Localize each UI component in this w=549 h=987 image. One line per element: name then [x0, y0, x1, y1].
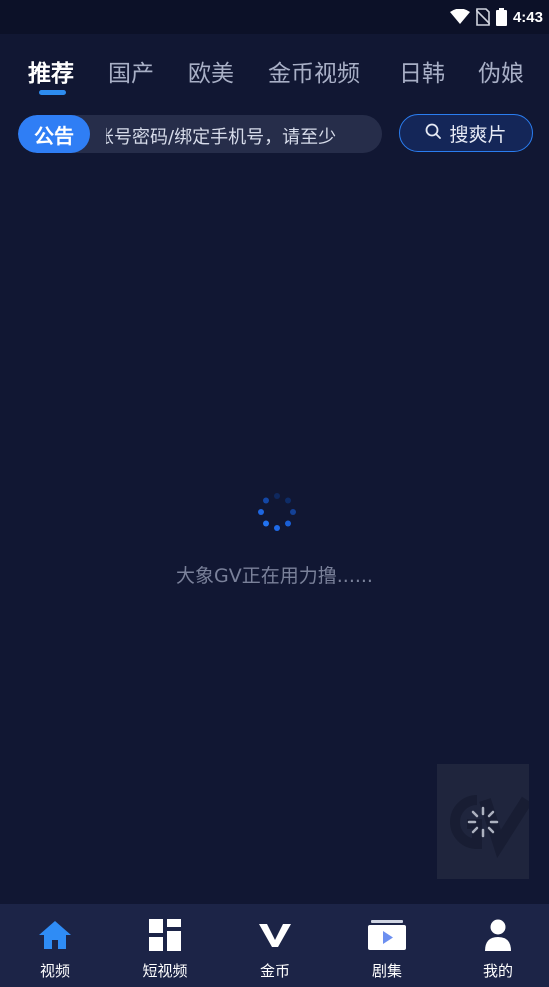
wifi-icon: [449, 9, 470, 25]
home-icon: [38, 918, 72, 952]
nav-label-short-videos: 短视频: [142, 962, 188, 980]
notice-badge: 公告: [18, 115, 90, 153]
nav-item-short-videos[interactable]: 短视频: [110, 904, 220, 987]
search-button-label: 搜爽片: [449, 123, 507, 146]
tab-crossdress[interactable]: 伪娘: [478, 54, 524, 88]
v-logo-icon: [259, 918, 291, 952]
battery-icon: [495, 8, 507, 26]
nav-item-profile[interactable]: 我的: [443, 904, 549, 987]
nav-label-profile: 我的: [482, 962, 513, 980]
floating-logo[interactable]: [437, 764, 533, 879]
tab-coin-videos[interactable]: 金币视频: [268, 54, 360, 88]
notice-bar[interactable]: 公告 账号密码/绑定手机号，请至少: [18, 115, 382, 153]
grid-icon: [149, 918, 181, 952]
tab-recommended[interactable]: 推荐: [28, 54, 74, 88]
nav-item-videos[interactable]: 视频: [0, 904, 110, 987]
loading-spinner-icon: [257, 492, 297, 532]
category-tabs: 推荐 国产 欧美 金币视频 日韩 伪娘: [0, 48, 549, 96]
user-icon: [484, 918, 512, 952]
notice-text: 账号密码/绑定手机号，请至少: [106, 127, 337, 148]
status-time: 4:43: [512, 8, 543, 26]
bottom-navigation: 视频 短视频 金币 剧集 我的: [0, 904, 549, 987]
active-tab-indicator: [39, 90, 66, 95]
tab-domestic[interactable]: 国产: [108, 54, 154, 88]
play-screen-icon: [368, 918, 406, 952]
notice-marquee: 账号密码/绑定手机号，请至少: [106, 115, 374, 153]
tab-western[interactable]: 欧美: [188, 54, 234, 88]
nav-label-videos: 视频: [39, 962, 70, 980]
loading-text: 大象GV正在用力撸......: [176, 565, 373, 587]
status-bar: 4:43: [0, 0, 549, 34]
no-sim-icon: [475, 8, 490, 26]
search-button[interactable]: 搜爽片: [399, 114, 533, 152]
nav-label-series: 剧集: [371, 962, 402, 980]
nav-item-coins[interactable]: 金币: [220, 904, 330, 987]
nav-item-series[interactable]: 剧集: [332, 904, 442, 987]
tab-japan-korea[interactable]: 日韩: [399, 54, 445, 88]
search-icon: [425, 122, 442, 144]
nav-label-coins: 金币: [259, 962, 290, 980]
